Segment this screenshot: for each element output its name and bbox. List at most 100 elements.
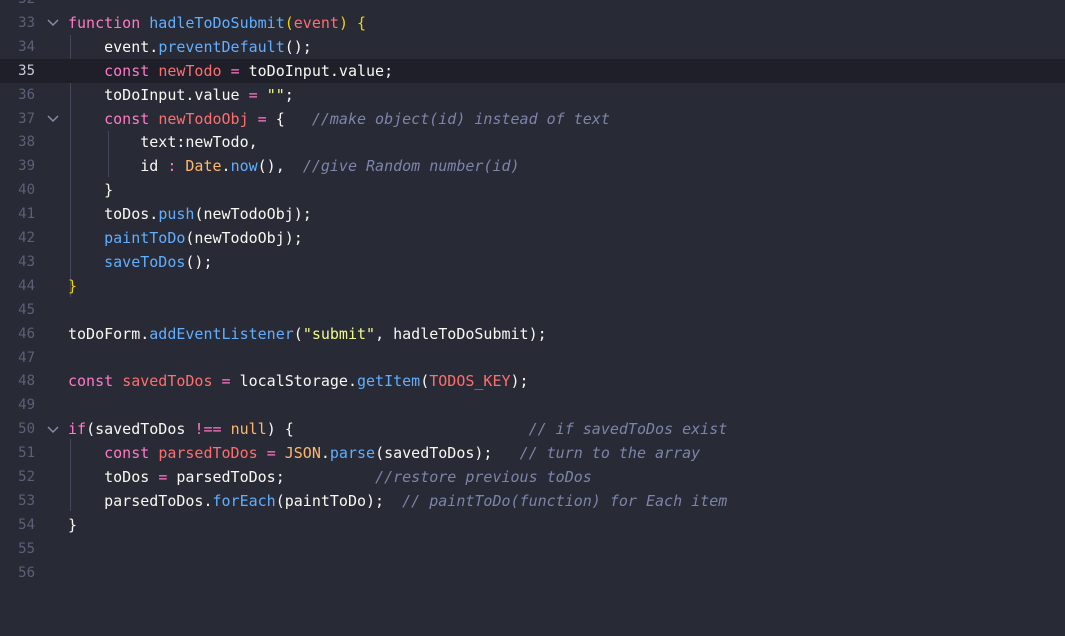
code-token: now (230, 157, 258, 176)
code-token: ) (338, 13, 348, 32)
code-line[interactable]: 33 function hadleToDoSubmit(event) { (0, 11, 1065, 35)
code-token: ( (284, 13, 294, 32)
code-text[interactable]: saveToDos(); (68, 250, 213, 274)
code-text[interactable]: parsedToDos.forEach(paintToDo); // paint… (68, 489, 727, 513)
code-token: //give Random number(id) (302, 157, 520, 176)
code-line[interactable]: 50 if(savedToDos !== null) { // if savedT… (0, 417, 1065, 441)
code-token: = (230, 61, 240, 80)
code-token: toDoForm. (68, 324, 150, 343)
code-token: "" (266, 85, 285, 104)
code-editor[interactable]: 3233function hadleToDoSubmit(event) {34 … (0, 0, 1065, 636)
code-text[interactable]: text:newTodo, (68, 130, 257, 154)
code-line[interactable]: 56 (0, 561, 1065, 585)
code-line[interactable]: 39 id : Date.now(), //give Random number… (0, 154, 1065, 178)
code-token: null (230, 420, 267, 439)
code-line[interactable]: 43 saveToDos(); (0, 250, 1065, 274)
fold-chevron-icon[interactable] (46, 107, 60, 131)
code-token: (savedToDos); (375, 444, 520, 463)
line-number: 49 (18, 397, 35, 414)
code-text[interactable]: toDoForm.addEventListener("submit", hadl… (68, 322, 547, 346)
line-number: 54 (18, 516, 35, 533)
code-token: parsedToDos. (68, 491, 213, 510)
code-token: //restore previous toDos (375, 468, 592, 486)
code-line[interactable]: 38 text:newTodo, (0, 130, 1065, 154)
code-token: savedToDos (122, 372, 213, 391)
code-line[interactable]: 51 const parsedToDos = JSON.parse(savedT… (0, 441, 1065, 465)
line-number: 43 (18, 253, 35, 270)
code-text[interactable]: const savedToDos = localStorage.getItem(… (68, 369, 529, 393)
code-line[interactable]: 53 parsedToDos.forEach(paintToDo); // pa… (0, 489, 1065, 513)
code-token: toDoInput.value (68, 85, 249, 104)
code-line[interactable]: 52 toDos = parsedToDos; //restore previo… (0, 465, 1065, 489)
code-text[interactable]: toDoInput.value = ""; (68, 83, 294, 107)
code-token: = (257, 109, 267, 128)
fold-chevron-icon[interactable] (46, 11, 60, 35)
code-token: (); (185, 252, 213, 271)
code-line[interactable]: 32 (0, 0, 1065, 11)
code-token: ); (510, 372, 529, 391)
code-text[interactable]: toDos = parsedToDos; //restore previous … (68, 465, 592, 489)
line-number: 51 (18, 445, 35, 462)
code-text[interactable]: event.preventDefault(); (68, 35, 312, 59)
code-line[interactable]: 35 const newTodo = toDoInput.value; (0, 58, 1065, 83)
code-line[interactable]: 34 event.preventDefault(); (0, 35, 1065, 59)
line-number: 55 (18, 540, 35, 557)
code-token: const (104, 61, 150, 80)
code-line[interactable]: 40 } (0, 178, 1065, 202)
code-token: getItem (357, 372, 421, 391)
code-token: } (68, 276, 78, 295)
code-token: = (158, 468, 168, 486)
code-line[interactable]: 48 const savedToDos = localStorage.getIte… (0, 369, 1065, 393)
code-line[interactable]: 45 (0, 298, 1065, 322)
code-line[interactable]: 36 toDoInput.value = ""; (0, 83, 1065, 107)
fold-chevron-icon[interactable] (46, 417, 60, 441)
code-token: JSON (284, 444, 321, 463)
code-text[interactable]: toDos.push(newTodoObj); (68, 202, 312, 226)
line-number: 47 (18, 349, 35, 366)
code-line[interactable]: 47 (0, 346, 1065, 370)
code-token: TODOS_KEY (429, 372, 511, 391)
code-token: paintToDo (104, 229, 186, 247)
code-text[interactable]: const parsedToDos = JSON.parse(savedToDo… (68, 441, 700, 465)
code-token: // if savedToDos exist (528, 420, 728, 439)
code-text[interactable]: const newTodo = toDoInput.value; (68, 59, 393, 83)
code-token: newTodo (158, 61, 222, 80)
code-token: toDoInput.value; (239, 61, 394, 80)
code-line[interactable]: 54} (0, 513, 1065, 537)
code-text[interactable]: function hadleToDoSubmit(event) { (68, 11, 366, 35)
code-text[interactable]: } (68, 513, 77, 537)
line-number: 37 (18, 110, 35, 127)
code-line[interactable]: 55 (0, 537, 1065, 561)
line-number: 41 (18, 206, 35, 223)
code-token: ) { (266, 420, 529, 439)
code-text[interactable]: } (68, 274, 77, 298)
line-number: 56 (18, 564, 35, 581)
line-number: 35 (18, 62, 35, 79)
code-line[interactable]: 42 paintToDo(newTodoObj); (0, 226, 1065, 250)
code-text[interactable]: const newTodoObj = { //make object(id) i… (68, 107, 610, 131)
code-line[interactable]: 37 const newTodoObj = { //make object(id… (0, 107, 1065, 131)
code-token: } (68, 515, 78, 534)
code-text[interactable]: id : Date.now(), //give Random number(id… (68, 154, 520, 178)
code-token: (savedToDos (86, 420, 195, 439)
code-token: = (221, 372, 231, 391)
code-token: !== (194, 420, 222, 439)
code-line[interactable]: 44} (0, 274, 1065, 298)
code-line[interactable]: 46 toDoForm.addEventListener("submit", ha… (0, 322, 1065, 346)
line-number: 32 (0, 0, 35, 11)
line-number: 46 (18, 325, 35, 342)
code-token: event (293, 13, 339, 32)
code-text[interactable]: } (68, 178, 113, 202)
code-line[interactable]: 49 (0, 393, 1065, 417)
code-text[interactable]: paintToDo(newTodoObj); (68, 226, 303, 250)
code-line[interactable]: 41 toDos.push(newTodoObj); (0, 202, 1065, 226)
code-token: (); (284, 37, 312, 56)
code-token: toDos. (68, 205, 159, 224)
code-text[interactable]: if(savedToDos !== null) { // if savedToD… (68, 417, 727, 441)
